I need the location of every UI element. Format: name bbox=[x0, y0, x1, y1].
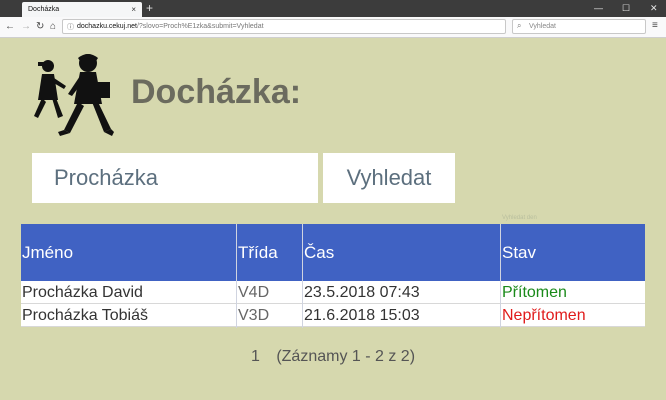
column-header-name: Jméno bbox=[22, 243, 74, 262]
cell-status: Nepřítomen bbox=[502, 307, 586, 324]
cell-time: 21.6.2018 15:03 bbox=[304, 307, 420, 324]
reload-icon[interactable]: ↻ bbox=[36, 21, 44, 32]
table-header: Jméno Třída Čas Stav bbox=[21, 224, 645, 281]
table-row: Procházka David V4D 23.5.2018 07:43 Přít… bbox=[21, 281, 645, 304]
back-icon[interactable]: ← bbox=[5, 21, 15, 32]
browser-tab[interactable]: Docházka × bbox=[22, 2, 142, 17]
hamburger-menu-icon[interactable]: ≡ bbox=[652, 20, 658, 31]
column-divider bbox=[302, 224, 303, 328]
url-bar[interactable]: ⓘ dochazku.cekuj.net/?slovo=Proch%E1zka&… bbox=[62, 19, 506, 34]
records-summary: (Záznamy 1 - 2 z 2) bbox=[276, 348, 416, 365]
cell-time: 23.5.2018 07:43 bbox=[304, 284, 420, 301]
page-title: Docházka: bbox=[131, 73, 302, 111]
column-header-status: Stav bbox=[502, 243, 537, 262]
results-table: Jméno Třída Čas Stav Procházka David V4D… bbox=[21, 224, 645, 328]
browser-titlebar: Docházka × + — ☐ ✕ bbox=[0, 0, 666, 17]
home-icon[interactable]: ⌂ bbox=[50, 21, 56, 32]
search-icon: ⌕ bbox=[517, 21, 522, 30]
minimize-icon[interactable]: — bbox=[594, 1, 603, 15]
schoolchildren-logo-icon bbox=[28, 52, 118, 142]
table-row: Procházka Tobiáš V3D 21.6.2018 15:03 Nep… bbox=[21, 304, 645, 327]
browser-search-field[interactable]: ⌕ Vyhledat bbox=[512, 19, 646, 34]
column-header-class: Třída bbox=[238, 243, 278, 262]
cell-class: V4D bbox=[238, 284, 270, 301]
url-host: dochazku.cekuj.net/?slovo=Proch%E1zka&su… bbox=[77, 23, 264, 30]
faint-label: Vyhledat den bbox=[502, 215, 537, 221]
maximize-icon[interactable]: ☐ bbox=[622, 1, 630, 15]
browser-navbar: ← → ↻ ⌂ ⓘ dochazku.cekuj.net/?slovo=Proc… bbox=[0, 17, 666, 38]
search-input[interactable] bbox=[32, 153, 318, 203]
tab-close-icon[interactable]: × bbox=[131, 5, 136, 14]
column-divider bbox=[236, 224, 237, 328]
cell-status: Přítomen bbox=[502, 284, 567, 301]
cell-name: Procházka Tobiáš bbox=[22, 307, 148, 324]
column-divider bbox=[500, 224, 501, 328]
column-header-time: Čas bbox=[304, 243, 335, 262]
search-button[interactable]: Vyhledat bbox=[323, 153, 455, 203]
tab-title: Docházka bbox=[28, 6, 60, 13]
search-placeholder: Vyhledat bbox=[529, 23, 556, 30]
cell-name: Procházka David bbox=[22, 284, 143, 301]
page-link[interactable]: 1 bbox=[251, 348, 260, 365]
forward-icon[interactable]: → bbox=[21, 21, 31, 32]
pagination: 1 (Záznamy 1 - 2 z 2) bbox=[0, 348, 666, 366]
cell-class: V3D bbox=[238, 307, 270, 324]
info-icon[interactable]: ⓘ bbox=[67, 22, 74, 32]
window-close-icon[interactable]: ✕ bbox=[650, 1, 658, 15]
new-tab-button[interactable]: + bbox=[146, 1, 153, 15]
